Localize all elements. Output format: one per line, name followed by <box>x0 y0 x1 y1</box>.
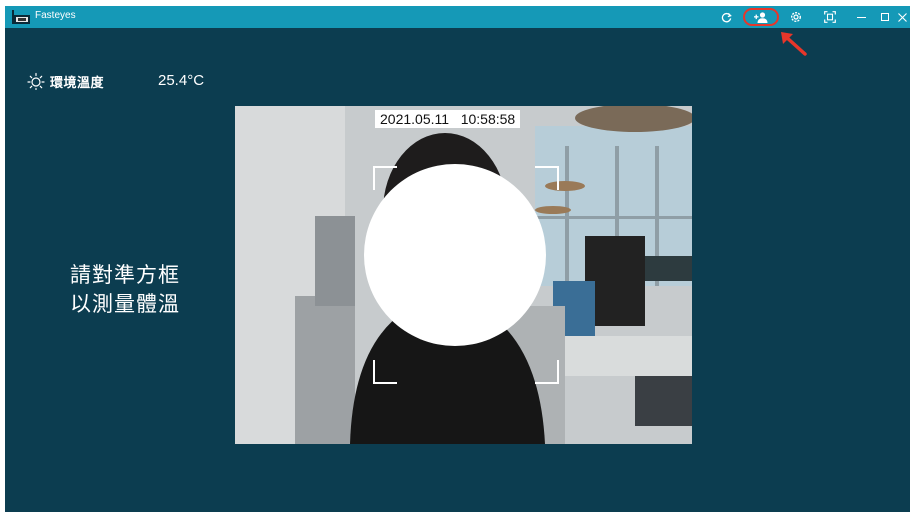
maximize-icon <box>881 13 889 21</box>
environment-temperature: 環境溫度 <box>27 70 104 92</box>
add-user-icon <box>754 11 768 23</box>
close-icon <box>897 12 907 22</box>
refresh-button[interactable] <box>713 6 739 28</box>
frame-corner-bottom-left <box>373 360 397 384</box>
refresh-icon <box>721 12 732 22</box>
instruction-line-1: 請對準方框 <box>70 263 180 287</box>
minimize-icon <box>856 16 866 18</box>
instruction-line-2: 以測量體溫 <box>70 292 180 316</box>
settings-button[interactable] <box>783 6 809 28</box>
camera-preview: 2021.05.11 10:58:58 <box>235 106 692 444</box>
instruction-text: 請對準方框 以測量體溫 <box>45 261 205 319</box>
frame-corner-top-left <box>373 166 397 190</box>
camera-timestamp: 2021.05.11 10:58:58 <box>375 110 521 128</box>
gear-icon <box>790 11 802 23</box>
app-window: Fasteyes 環境溫度 25.4°C 請對準方框 以測量體溫 2021.05… <box>5 6 910 512</box>
face-scan-icon <box>824 11 836 23</box>
title-bar: Fasteyes <box>5 6 910 28</box>
minimize-button[interactable] <box>848 6 874 28</box>
camera-app-icon <box>12 10 30 24</box>
frame-corner-bottom-right <box>535 360 559 384</box>
add-user-button[interactable] <box>748 6 774 28</box>
temperature-value: 25.4°C <box>158 72 205 89</box>
annotation-arrow-icon <box>781 32 807 56</box>
app-title: Fasteyes <box>35 10 76 21</box>
temperature-label: 環境溫度 <box>50 75 105 91</box>
face-privacy-mask <box>364 164 546 346</box>
capture-button[interactable] <box>817 6 843 28</box>
close-button[interactable] <box>894 6 910 28</box>
frame-corner-top-right <box>535 166 559 190</box>
sun-icon <box>27 72 45 90</box>
